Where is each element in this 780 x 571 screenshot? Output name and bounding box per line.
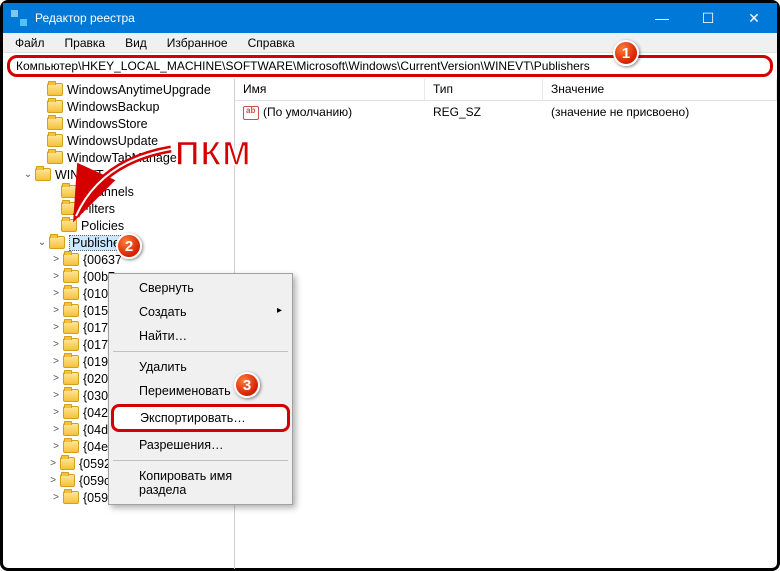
ctx-delete[interactable]: Удалить (111, 355, 290, 379)
chevron-icon[interactable]: > (47, 475, 60, 486)
tree-item[interactable]: WindowsStore (3, 115, 234, 132)
list-header: Имя Тип Значение (235, 79, 777, 101)
string-value-icon (243, 106, 259, 120)
tree-item-label: {00637 (83, 253, 122, 267)
menubar: Файл Правка Вид Избранное Справка (3, 33, 777, 53)
folder-icon (47, 83, 63, 96)
tree-item-label: WINEVT (55, 168, 104, 182)
chevron-icon[interactable]: > (49, 407, 63, 418)
chevron-icon[interactable]: > (49, 441, 63, 452)
folder-icon (63, 287, 79, 300)
folder-icon (63, 372, 79, 385)
folder-icon (47, 134, 63, 147)
chevron-icon[interactable]: > (49, 356, 63, 367)
ctx-separator (113, 351, 288, 352)
tree-item-label: Filters (81, 202, 115, 216)
titlebar: Редактор реестра — ☐ ✕ (3, 3, 777, 33)
list-panel[interactable]: Имя Тип Значение (По умолчанию) REG_SZ (… (235, 79, 777, 569)
callout-3: 3 (234, 372, 260, 398)
callout-1: 1 (613, 40, 639, 66)
ctx-collapse[interactable]: Свернуть (111, 276, 290, 300)
chevron-icon[interactable]: > (49, 305, 63, 316)
tree-item[interactable]: Filters (3, 200, 234, 217)
menu-view[interactable]: Вид (117, 34, 155, 52)
chevron-icon[interactable]: > (49, 339, 63, 350)
folder-icon (63, 440, 79, 453)
folder-icon (63, 270, 79, 283)
menu-edit[interactable]: Правка (57, 34, 114, 52)
maximize-button[interactable]: ☐ (685, 3, 731, 33)
tree-item[interactable]: Policies (3, 217, 234, 234)
folder-icon (63, 253, 79, 266)
col-type[interactable]: Тип (425, 79, 543, 100)
annotation-rclick-label: ПКМ (175, 135, 252, 174)
tree-item[interactable]: WindowsBackup (3, 98, 234, 115)
folder-icon (63, 338, 79, 351)
ctx-copykey[interactable]: Копировать имя раздела (111, 464, 290, 502)
col-name[interactable]: Имя (235, 79, 425, 100)
tree-item-label: WindowsBackup (67, 100, 159, 114)
chevron-icon[interactable]: ⌄ (21, 169, 35, 180)
folder-icon (63, 389, 79, 402)
chevron-icon[interactable]: ⌄ (35, 237, 49, 248)
folder-icon (47, 100, 63, 113)
chevron-icon[interactable]: > (49, 390, 63, 401)
context-menu: Свернуть Создать Найти… Удалить Переимен… (108, 273, 293, 505)
folder-icon (63, 355, 79, 368)
tree-item-label: WindowTabManager (67, 151, 181, 165)
minimize-button[interactable]: — (639, 3, 685, 33)
callout-2: 2 (116, 233, 142, 259)
col-value[interactable]: Значение (543, 79, 777, 100)
tree-item-label: Channels (81, 185, 134, 199)
chevron-icon[interactable]: > (49, 288, 63, 299)
chevron-icon[interactable]: > (47, 458, 60, 469)
folder-icon (63, 423, 79, 436)
tree-item[interactable]: Channels (3, 183, 234, 200)
folder-icon (63, 321, 79, 334)
chevron-icon[interactable]: > (49, 492, 63, 503)
ctx-rename[interactable]: Переименовать (111, 379, 290, 403)
tree-item[interactable]: WindowsAnytimeUpgrade (3, 81, 234, 98)
folder-icon (61, 202, 77, 215)
regedit-icon (11, 10, 27, 26)
folder-icon (60, 457, 75, 470)
address-path: Компьютер\HKEY_LOCAL_MACHINE\SOFTWARE\Mi… (16, 59, 590, 73)
folder-icon (49, 236, 65, 249)
list-row[interactable]: (По умолчанию) REG_SZ (значение не присв… (235, 101, 777, 124)
window-controls: — ☐ ✕ (639, 3, 777, 33)
folder-icon (63, 304, 79, 317)
ctx-create[interactable]: Создать (111, 300, 290, 324)
ctx-find[interactable]: Найти… (111, 324, 290, 348)
chevron-icon[interactable]: > (49, 254, 63, 265)
value-type: REG_SZ (425, 103, 543, 122)
chevron-icon[interactable]: > (49, 322, 63, 333)
value-name: (По умолчанию) (263, 105, 352, 119)
folder-icon (47, 151, 63, 164)
folder-icon (60, 474, 75, 487)
folder-icon (47, 117, 63, 130)
menu-file[interactable]: Файл (7, 34, 53, 52)
chevron-icon[interactable]: > (49, 373, 63, 384)
folder-icon (61, 185, 77, 198)
folder-icon (61, 219, 77, 232)
tree-item-label: WindowsStore (67, 117, 148, 131)
ctx-export[interactable]: Экспортировать… (111, 404, 290, 432)
ctx-separator (113, 460, 288, 461)
folder-icon (35, 168, 51, 181)
chevron-icon[interactable]: > (49, 271, 63, 282)
tree-item-label: WindowsAnytimeUpgrade (67, 83, 211, 97)
window-title: Редактор реестра (35, 11, 135, 25)
chevron-icon[interactable]: > (49, 424, 63, 435)
address-bar[interactable]: Компьютер\HKEY_LOCAL_MACHINE\SOFTWARE\Mi… (7, 55, 773, 77)
tree-item-label: WindowsUpdate (67, 134, 158, 148)
close-button[interactable]: ✕ (731, 3, 777, 33)
ctx-permissions[interactable]: Разрешения… (111, 433, 290, 457)
menu-help[interactable]: Справка (240, 34, 303, 52)
menu-favorites[interactable]: Избранное (159, 34, 236, 52)
tree-item-label: Policies (81, 219, 124, 233)
folder-icon (63, 406, 79, 419)
folder-icon (63, 491, 79, 504)
value-data: (значение не присвоено) (543, 103, 777, 122)
